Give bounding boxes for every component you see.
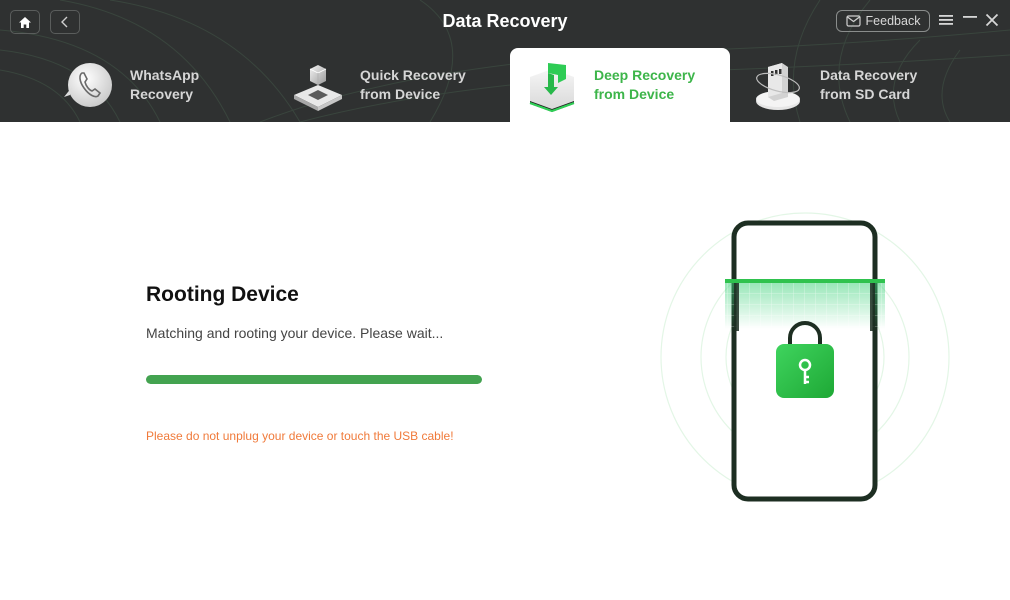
- mail-icon: [845, 15, 861, 27]
- deep-recovery-box-icon: [529, 63, 575, 113]
- device-cube-icon: [294, 65, 342, 111]
- status-message: Matching and rooting your device. Please…: [146, 325, 444, 341]
- minimize-button[interactable]: [961, 10, 979, 30]
- progress-bar: [146, 375, 482, 384]
- scan-line: [725, 279, 885, 283]
- tab-label: WhatsApp Recovery: [130, 67, 200, 102]
- warning-message: Please do not unplug your device or touc…: [146, 429, 454, 443]
- progress-bar-fill: [146, 375, 482, 384]
- tab-quick-recovery[interactable]: Quick Recovery from Device: [290, 48, 510, 122]
- feedback-button[interactable]: Feedback: [836, 10, 930, 32]
- phone-lock-illustration: [660, 212, 950, 502]
- whatsapp-phone-icon: [64, 63, 112, 107]
- sd-card-icon: [756, 63, 800, 110]
- app-header: Data Recovery Feedback WhatsApp Recovery…: [0, 0, 1010, 122]
- tab-deep-recovery[interactable]: Deep Recovery from Device: [510, 48, 730, 122]
- feedback-label: Feedback: [865, 14, 921, 28]
- tab-sd-card-recovery[interactable]: Data Recovery from SD Card: [750, 48, 970, 122]
- close-icon: [985, 13, 999, 27]
- tab-label: Quick Recovery from Device: [360, 67, 466, 102]
- tab-label: Deep Recovery from Device: [594, 67, 696, 102]
- tab-whatsapp-recovery[interactable]: WhatsApp Recovery: [60, 48, 280, 122]
- menu-button[interactable]: [937, 10, 955, 30]
- hamburger-menu-icon: [939, 15, 953, 25]
- close-button[interactable]: [983, 10, 1001, 30]
- tab-label: Data Recovery from SD Card: [820, 67, 918, 102]
- page-title: Rooting Device: [146, 283, 299, 306]
- minimize-icon: [963, 16, 977, 18]
